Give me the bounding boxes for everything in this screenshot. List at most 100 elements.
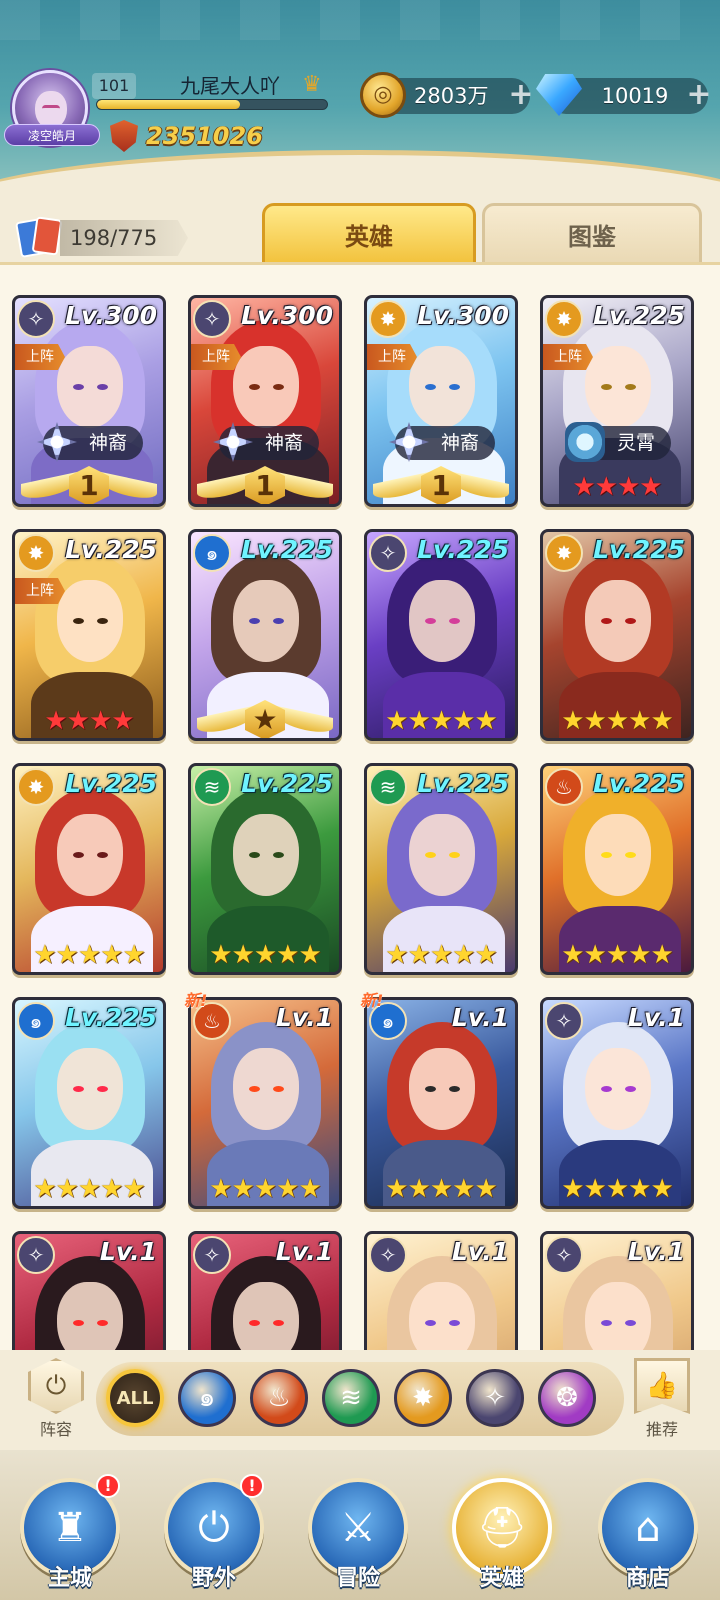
hero-card[interactable]: ✸ Lv.225 上阵 灵霄 ★★★★ (540, 295, 694, 507)
tab-heroes[interactable]: 英雄 (262, 203, 476, 265)
hero-card[interactable]: ๑ Lv.225 ★★★★★ (12, 997, 166, 1209)
hero-eye (425, 384, 436, 390)
hero-eye (97, 618, 108, 624)
notification-badge: ! (96, 1474, 120, 1498)
filter-void-icon[interactable]: ✧ (466, 1369, 524, 1427)
wind-faction-icon: ≋ (193, 768, 231, 806)
wing-left-icon (197, 706, 253, 736)
hero-level: Lv.225 (593, 769, 685, 798)
hero-card[interactable]: ✧ Lv.1 ★★★★★ (540, 997, 694, 1209)
nav-shop[interactable]: ⌂ 商店 (590, 1478, 706, 1600)
filter-light-icon[interactable]: ✸ (394, 1369, 452, 1427)
hero-eye (73, 618, 84, 624)
filter-fire-icon[interactable]: ♨ (250, 1369, 308, 1427)
hero-card[interactable]: ๑ Lv.1 ★★★★★ (364, 997, 518, 1209)
hero-card[interactable]: ✸ Lv.225 ★★★★★ (540, 529, 694, 741)
hero-eye (249, 852, 260, 858)
hero-face (585, 1282, 651, 1350)
void-faction-icon: ✧ (193, 300, 231, 338)
wing-right-icon (277, 706, 333, 736)
crown-icon[interactable]: ♛ (302, 72, 330, 98)
new-hero-tag: 新! (184, 991, 208, 1010)
hero-level: Lv.1 (99, 1237, 157, 1266)
thumbs-up-icon: 👍 (634, 1358, 690, 1414)
filter-wind-icon[interactable]: ≋ (322, 1369, 380, 1427)
hero-face (585, 346, 651, 428)
light-faction-icon: ✸ (545, 300, 583, 338)
lineup-button[interactable]: ⏻ 阵容 (16, 1358, 96, 1446)
hero-card[interactable]: ♨ Lv.225 ★★★★★ (540, 763, 694, 975)
hero-eye (601, 852, 612, 858)
hero-card[interactable]: ✧ Lv.1 (12, 1231, 166, 1350)
hero-card[interactable]: ✧ Lv.225 ★★★★★ (364, 529, 518, 741)
hero-card[interactable]: ≋ Lv.225 ★★★★★ (188, 763, 342, 975)
recommend-button[interactable]: 👍 推荐 (622, 1358, 702, 1446)
hero-card[interactable]: ✸ Lv.225 上阵 ★★★★ (12, 529, 166, 741)
wing-rank-badge: ★ (197, 700, 333, 738)
light-faction-icon: ✸ (545, 534, 583, 572)
hero-eye (97, 384, 108, 390)
nav-main-city[interactable]: ♜ 主城! (12, 1474, 128, 1600)
hero-face (233, 346, 299, 428)
hero-face (409, 346, 475, 428)
hero-card[interactable]: ✧ Lv.300 上阵 神裔 1 (188, 295, 342, 507)
hero-card[interactable]: ✸ Lv.225 ★★★★★ (12, 763, 166, 975)
hero-eye (273, 384, 284, 390)
gem-value: 10019 (601, 84, 669, 108)
light-faction-icon: ✸ (17, 534, 55, 572)
wing-rank-badge: 1 (373, 466, 509, 504)
hero-card[interactable]: ✧ Lv.1 (188, 1231, 342, 1350)
filter-all-button[interactable]: ALL (106, 1369, 164, 1427)
exp-bar-fill (97, 100, 240, 109)
add-gold-button[interactable]: + (506, 80, 536, 110)
exp-bar (96, 99, 328, 110)
gold-coin-icon: ◎ (360, 72, 406, 118)
wing-left-icon (21, 472, 77, 502)
hero-face (57, 814, 123, 896)
hero-eye (449, 1086, 460, 1092)
star-rating: ★★★★★ (33, 1174, 146, 1204)
void-faction-icon: ✧ (369, 534, 407, 572)
light-faction-icon: ✸ (17, 768, 55, 806)
fire-faction-icon: ♨ (545, 768, 583, 806)
card-front-icon (31, 216, 63, 256)
hero-level: Lv.1 (275, 1003, 333, 1032)
deployed-badge: 上阵 (15, 578, 65, 604)
void-faction-icon: ✧ (545, 1236, 583, 1274)
nav-wild[interactable]: ⏻ 野外! (156, 1474, 272, 1600)
nav-wild-label: 野外 (191, 1566, 236, 1591)
void-faction-icon: ✧ (17, 1236, 55, 1274)
hero-eye (601, 384, 612, 390)
hero-card[interactable]: ≋ Lv.225 ★★★★★ (364, 763, 518, 975)
add-gems-button[interactable]: + (684, 80, 714, 110)
wing-rank-badge: 1 (197, 466, 333, 504)
filter-water-icon[interactable]: ๑ (178, 1369, 236, 1427)
hero-eye (73, 1086, 84, 1092)
hero-eye (273, 618, 284, 624)
hero-cards-icon (15, 214, 63, 260)
hero-card[interactable]: ๑ Lv.225 ★ (188, 529, 342, 741)
hero-card[interactable]: ✧ Lv.300 上阵 神裔 1 (12, 295, 166, 507)
hero-card[interactable]: ♨ Lv.1 ★★★★★ (188, 997, 342, 1209)
hero-eye (625, 1320, 636, 1326)
hero-card[interactable]: ✧ Lv.1 (364, 1231, 518, 1350)
hero-eye (73, 1320, 84, 1326)
hero-eye (601, 618, 612, 624)
hero-eye (601, 1086, 612, 1092)
hero-grid: ✧ Lv.300 上阵 神裔 1 ✧ Lv.300 上阵 神裔 1 ✸ Lv.300 上阵 神裔 1 ✸ Lv.… (0, 262, 720, 1350)
hero-card[interactable]: ✧ Lv.1 (540, 1231, 694, 1350)
hero-level: Lv.1 (451, 1003, 509, 1032)
nav-heroes-label: 英雄 (479, 1566, 524, 1591)
filter-arcane-icon[interactable]: ❂ (538, 1369, 596, 1427)
hero-level: Lv.300 (241, 301, 333, 330)
wing-right-icon (277, 472, 333, 502)
nav-adventure[interactable]: ⚔ 冒险 (300, 1478, 416, 1600)
nav-heroes[interactable]: ⛑ 英雄 (444, 1478, 560, 1600)
lineup-icon: ⏻ (28, 1358, 84, 1414)
star-rating: ★★★★★ (209, 940, 322, 970)
hero-level: Lv.1 (627, 1237, 685, 1266)
hero-eye (625, 618, 636, 624)
hero-card[interactable]: ✸ Lv.300 上阵 神裔 1 (364, 295, 518, 507)
tab-codex[interactable]: 图鉴 (482, 203, 702, 265)
deployed-badge: 上阵 (367, 344, 417, 370)
